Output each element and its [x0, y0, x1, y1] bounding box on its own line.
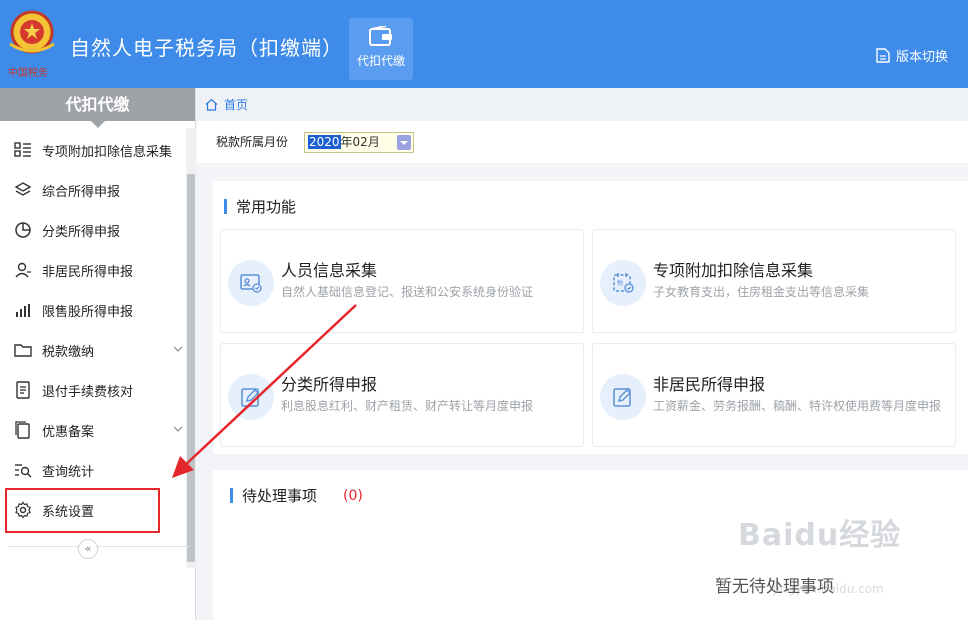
- sidebar-item-label: 分类所得申报: [42, 224, 121, 240]
- sidebar: 代扣代缴 专项附加扣除信息采集 综合所得申报 分类所得申报 非居民所得申报 限售…: [0, 88, 196, 620]
- grid-list-icon: [14, 142, 31, 157]
- sidebar-item-label: 综合所得申报: [42, 184, 121, 200]
- pending-items-title: 待处理事项 (0): [230, 485, 363, 506]
- annotation-highlight-box: [5, 488, 160, 533]
- filter-bar: 税款所属月份 2020年02月: [197, 121, 968, 163]
- tax-month-label: 税款所属月份: [216, 135, 289, 149]
- sidebar-item-restricted-shares[interactable]: 限售股所得申报: [0, 290, 186, 330]
- sidebar-item-label: 优惠备案: [42, 424, 95, 440]
- tax-emblem-logo: 中国税务: [8, 10, 55, 79]
- common-functions-title: 常用功能: [224, 196, 296, 217]
- sidebar-item-fee-refund-check[interactable]: 退付手续费核对: [0, 370, 186, 410]
- pie-chart-icon: [15, 222, 31, 238]
- card-classified-income-filing[interactable]: 分类所得申报 利息股息红利、财产租赁、财产转让等月度申报: [220, 343, 584, 447]
- breadcrumb-home-link[interactable]: 首页: [224, 96, 248, 113]
- edit-form-icon: [228, 374, 274, 420]
- sidebar-item-label: 退付手续费核对: [42, 384, 134, 400]
- card-nonresident-income-filing[interactable]: 非居民所得申报 工资薪金、劳务报酬、稿酬、特许权使用费等月度申报: [592, 343, 956, 447]
- person-icon: [15, 262, 31, 278]
- scrollbar-thumb[interactable]: [187, 174, 195, 562]
- breadcrumb: 首页: [197, 88, 968, 121]
- sidebar-item-classified-income[interactable]: 分类所得申报: [0, 210, 186, 250]
- section-accent-bar: [224, 199, 227, 214]
- section-accent-bar: [230, 488, 233, 503]
- folder-icon: [14, 344, 32, 357]
- common-functions-panel: 常用功能 人员信息采集 自然人基础信息登记、报送和公安系统身份验证 税 专项附加…: [213, 181, 968, 454]
- app-title: 自然人电子税务局（扣缴端）: [70, 36, 343, 60]
- card-description: 自然人基础信息登记、报送和公安系统身份验证: [281, 285, 534, 299]
- sidebar-item-label: 税款缴纳: [42, 344, 95, 360]
- section-title-text: 常用功能: [236, 198, 297, 216]
- pending-count: (0): [343, 487, 363, 504]
- sidebar-item-query-statistics[interactable]: 查询统计: [0, 450, 186, 490]
- empty-state-text: 暂无待处理事项: [715, 577, 834, 597]
- card-title: 非居民所得申报: [653, 375, 766, 394]
- sidebar-item-label: 限售股所得申报: [42, 304, 134, 320]
- selected-month: 年02月: [340, 135, 380, 149]
- card-personnel-info-collection[interactable]: 人员信息采集 自然人基础信息登记、报送和公安系统身份验证: [220, 229, 584, 333]
- sidebar-item-comprehensive-income[interactable]: 综合所得申报: [0, 170, 186, 210]
- card-special-deduction-collection[interactable]: 税 专项附加扣除信息采集 子女教育支出，住房租金支出等信息采集: [592, 229, 956, 333]
- card-title: 人员信息采集: [281, 261, 378, 280]
- selected-year: 2020: [308, 135, 341, 149]
- document-icon: [16, 381, 30, 399]
- chevron-down-icon: [173, 426, 183, 432]
- app-header: 中国税务 自然人电子税务局（扣缴端） 代扣代缴 版本切换: [0, 0, 968, 88]
- sidebar-item-label: 查询统计: [42, 464, 95, 480]
- home-icon: [205, 98, 218, 111]
- sidebar-item-label: 专项附加扣除信息采集: [42, 144, 173, 160]
- copy-icon: [15, 421, 30, 439]
- card-description: 工资薪金、劳务报酬、稿酬、特许权使用费等月度申报: [653, 399, 942, 413]
- version-switch-button[interactable]: 版本切换: [876, 46, 948, 65]
- card-title: 专项附加扣除信息采集: [653, 261, 814, 280]
- svg-text:税: 税: [617, 279, 623, 287]
- id-card-icon: [228, 260, 274, 306]
- pending-items-panel: 待处理事项 (0) Baidu经验 jingyan.baidu.com 暂无待处…: [213, 470, 968, 620]
- nav-tab-label: 代扣代缴: [356, 54, 405, 68]
- sidebar-item-label: 非居民所得申报: [42, 264, 134, 280]
- chevron-down-icon: [173, 346, 183, 352]
- sidebar-title: 代扣代缴: [0, 88, 195, 128]
- sidebar-item-tax-payment[interactable]: 税款缴纳: [0, 330, 186, 370]
- tax-calendar-icon: 税: [600, 260, 646, 306]
- edit-form-icon: [600, 374, 646, 420]
- sidebar-collapse-button[interactable]: «: [78, 539, 98, 559]
- layers-icon: [14, 182, 32, 196]
- bar-chart-icon: [16, 304, 30, 317]
- sidebar-item-special-deduction[interactable]: 专项附加扣除信息采集: [0, 130, 186, 170]
- nav-tab-withholding[interactable]: 代扣代缴: [349, 18, 413, 80]
- card-description: 利息股息红利、财产租赁、财产转让等月度申报: [281, 399, 534, 413]
- sidebar-menu: 专项附加扣除信息采集 综合所得申报 分类所得申报 非居民所得申报 限售股所得申报…: [0, 130, 186, 530]
- dropdown-arrow-icon[interactable]: [397, 135, 411, 150]
- search-list-icon: [15, 464, 32, 478]
- card-title: 分类所得申报: [281, 375, 378, 394]
- section-title-text: 待处理事项: [242, 487, 318, 505]
- svg-text:中国税务: 中国税务: [8, 66, 48, 79]
- sidebar-item-nonresident-income[interactable]: 非居民所得申报: [0, 250, 186, 290]
- sidebar-scrollbar[interactable]: [186, 128, 196, 568]
- baidu-watermark: Baidu经验: [738, 518, 902, 553]
- document-icon: [876, 48, 890, 63]
- sidebar-divider: [8, 546, 190, 547]
- card-description: 子女教育支出，住房租金支出等信息采集: [653, 285, 870, 299]
- wallet-icon: [369, 26, 392, 46]
- sidebar-item-preferential-filing[interactable]: 优惠备案: [0, 410, 186, 450]
- tax-month-select[interactable]: 2020年02月: [304, 132, 414, 153]
- version-switch-label: 版本切换: [895, 50, 948, 65]
